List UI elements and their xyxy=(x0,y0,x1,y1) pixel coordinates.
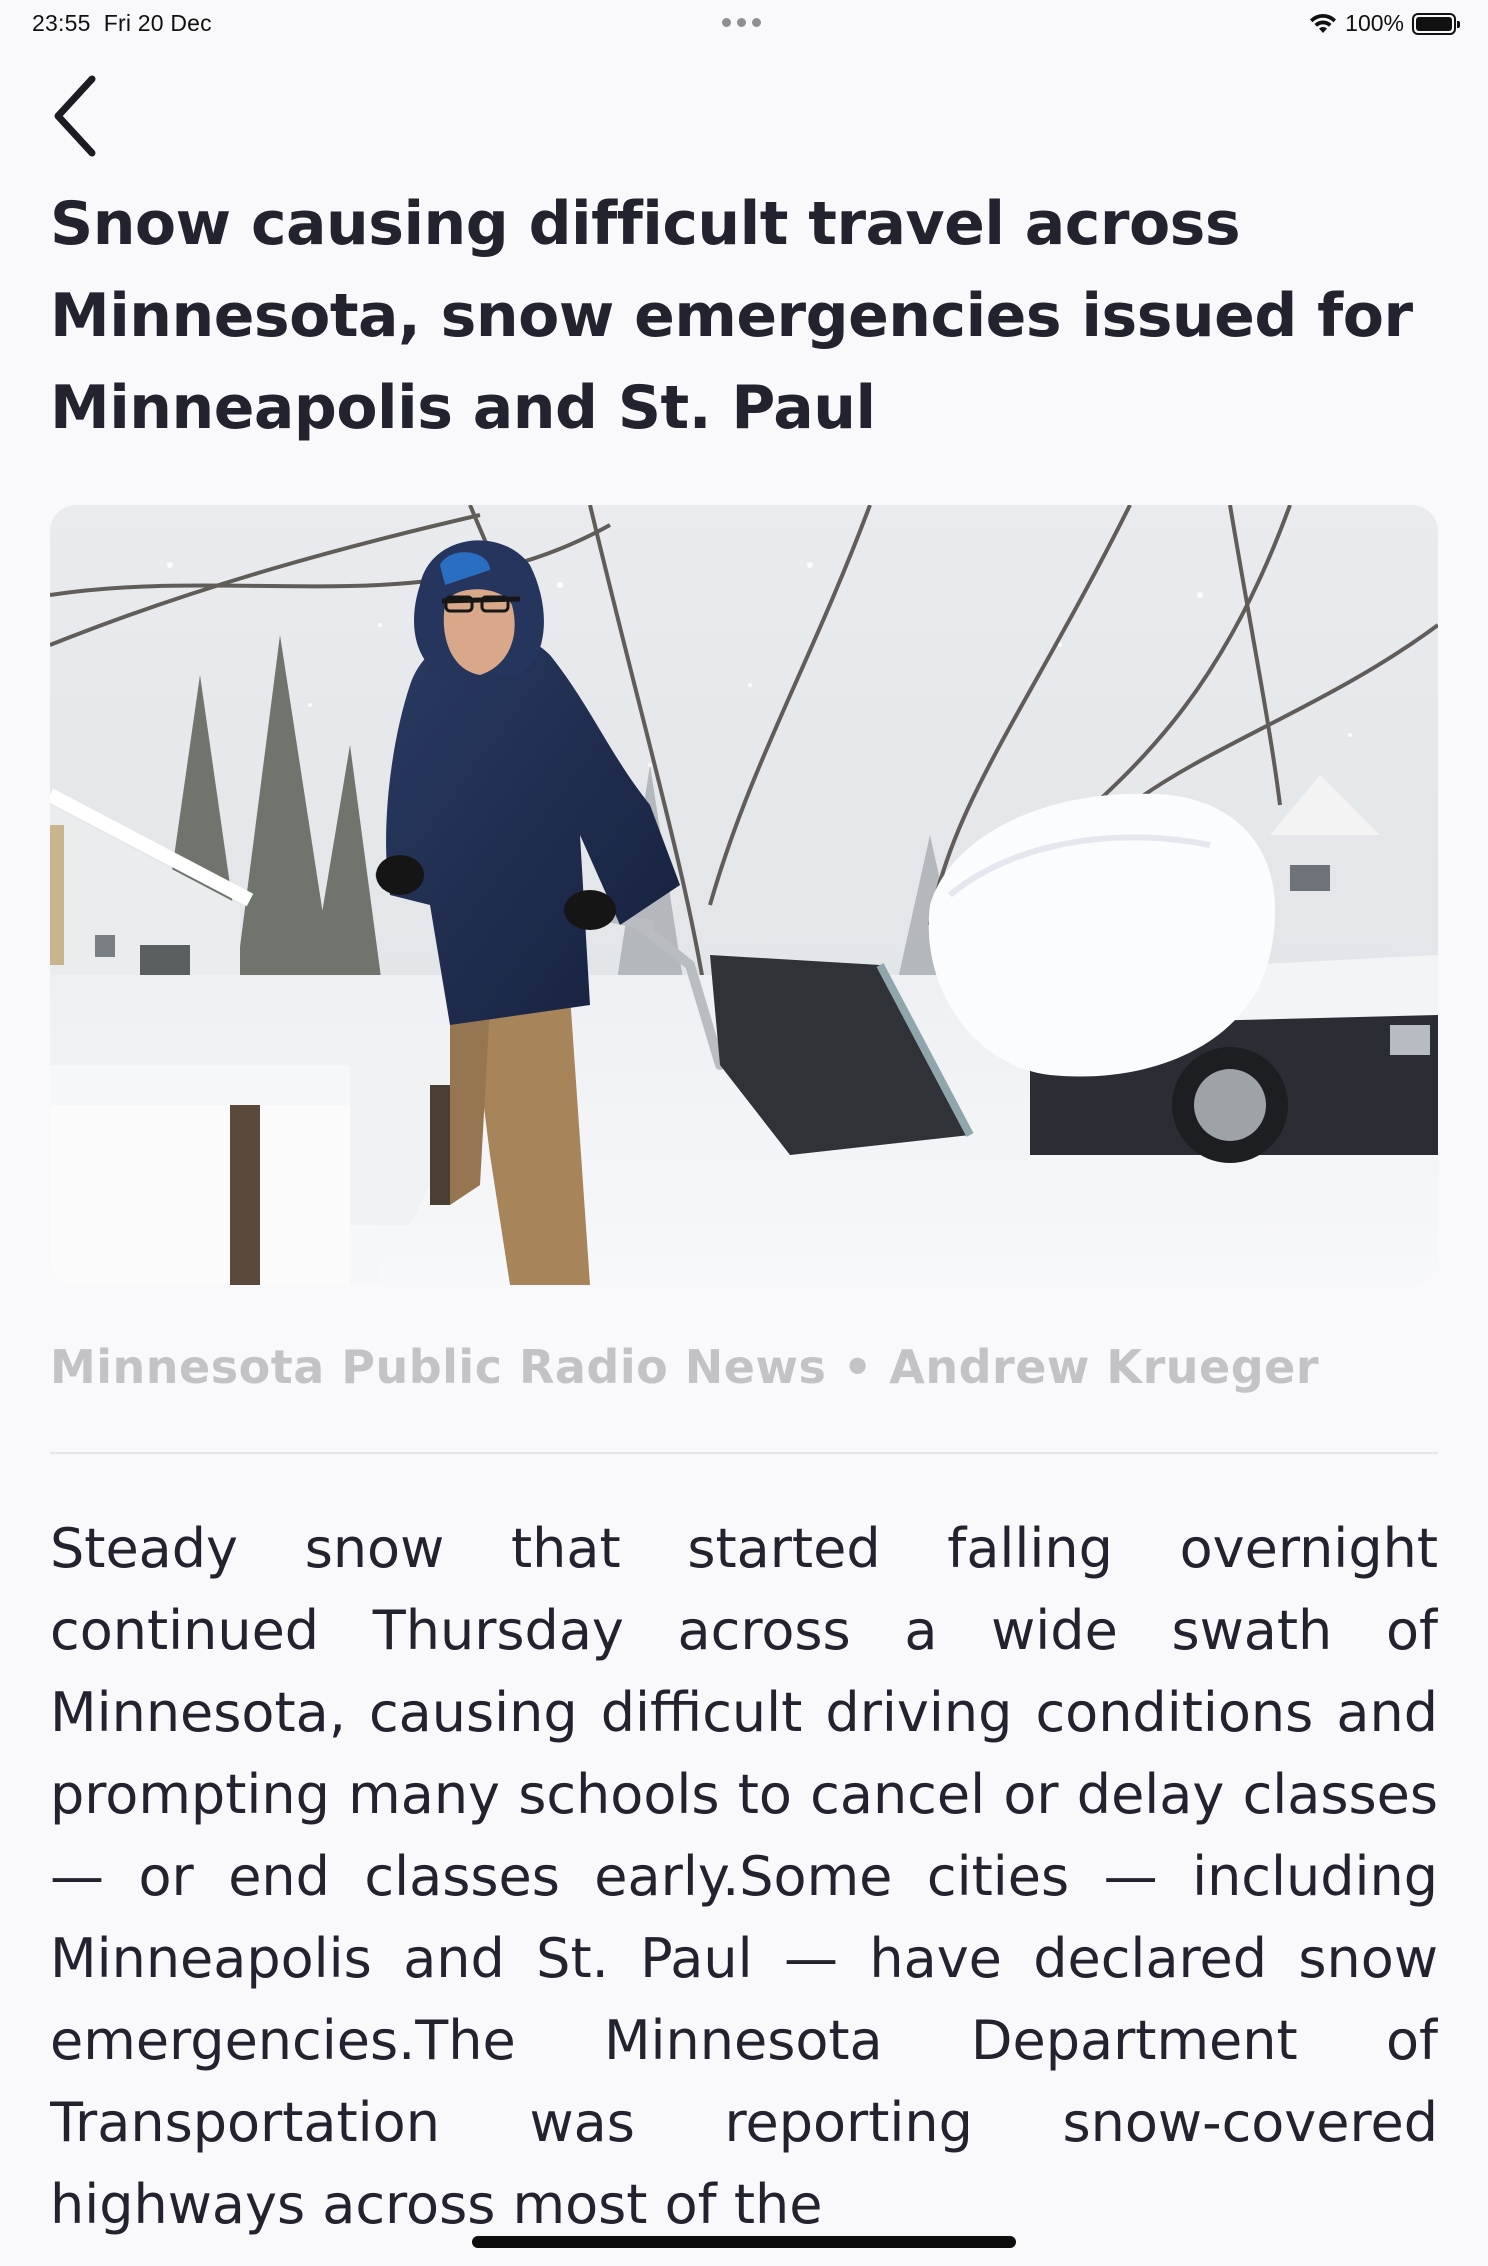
battery-fill xyxy=(1416,16,1452,31)
chevron-left-icon xyxy=(54,75,96,157)
multitasking-dots-icon[interactable] xyxy=(722,18,761,27)
article-byline: Minnesota Public Radio News • Andrew Kru… xyxy=(50,1340,1320,1394)
status-time: 23:55 xyxy=(32,10,91,36)
article-title: Snow causing difficult travel across Min… xyxy=(50,189,1413,443)
battery-icon xyxy=(1412,12,1460,35)
status-time-date: 23:55 Fri 20 Dec xyxy=(32,10,212,37)
status-indicators: 100% xyxy=(1309,10,1460,37)
home-indicator[interactable] xyxy=(472,2236,1016,2248)
battery-percent: 100% xyxy=(1345,10,1404,36)
divider xyxy=(50,1452,1438,1454)
article-body: Steady snow that started falling overnig… xyxy=(50,1517,1438,2236)
article-hero-image xyxy=(50,505,1438,1285)
wifi-icon xyxy=(1310,13,1337,33)
status-date: Fri 20 Dec xyxy=(103,10,212,36)
back-button[interactable] xyxy=(48,68,112,164)
status-bar: 23:55 Fri 20 Dec 100% xyxy=(0,0,1488,48)
